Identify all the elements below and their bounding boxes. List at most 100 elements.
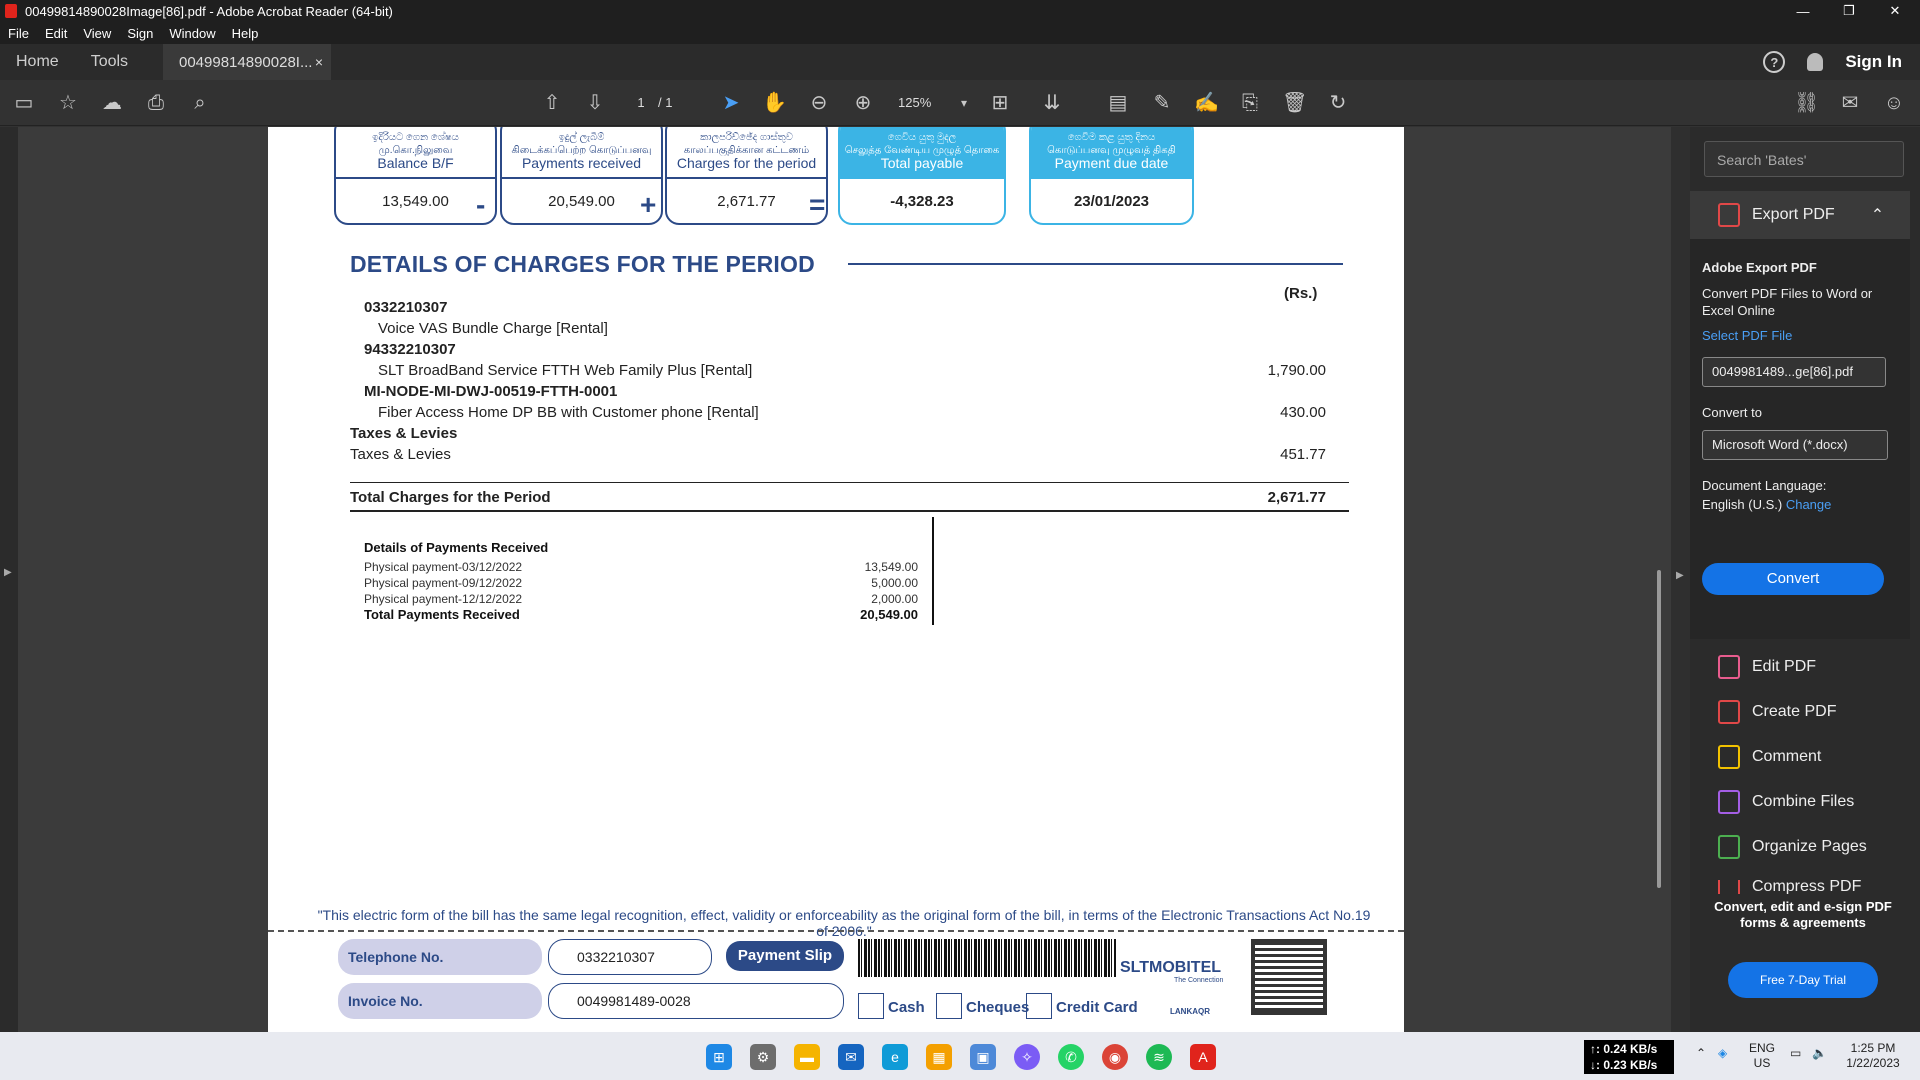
tool-comment[interactable]: Comment — [1718, 745, 1821, 769]
payment-row-amount: 5,000.00 — [871, 576, 918, 590]
chrome-icon[interactable]: ◉ — [1102, 1044, 1128, 1070]
legal-note: "This electric form of the bill has the … — [317, 907, 1371, 939]
sign-in-button[interactable]: Sign In — [1845, 52, 1902, 72]
tool-combine-files[interactable]: Combine Files — [1718, 790, 1854, 814]
print-icon[interactable]: ⎙ — [144, 91, 168, 115]
save-icon[interactable]: ▭ — [12, 91, 36, 115]
charges-value: 2,671.77 — [717, 193, 776, 210]
fit-page-icon[interactable]: ⊞ — [988, 91, 1012, 115]
email-icon[interactable]: ✉ — [1838, 91, 1862, 115]
minimize-button[interactable]: — — [1780, 0, 1826, 22]
change-language-link[interactable]: Change — [1786, 497, 1832, 512]
menu-help[interactable]: Help — [224, 26, 267, 41]
defender-icon[interactable]: ◈ — [1718, 1046, 1727, 1061]
format-select[interactable]: Microsoft Word (*.docx) — [1702, 430, 1888, 460]
sign-icon[interactable]: ✍ — [1194, 91, 1219, 115]
tool-organize-pages[interactable]: Organize Pages — [1718, 835, 1867, 859]
close-window-button[interactable]: ✕ — [1872, 0, 1918, 22]
display-icon[interactable]: ▭ — [1790, 1046, 1801, 1061]
vertical-scrollbar[interactable] — [1657, 570, 1661, 888]
tool-create-pdf[interactable]: Create PDF — [1718, 700, 1836, 724]
tear-line — [268, 930, 1404, 932]
menu-edit[interactable]: Edit — [37, 26, 75, 41]
zoom-out-icon[interactable]: ⊖ — [807, 91, 831, 115]
settings-icon[interactable]: ⚙ — [750, 1044, 776, 1070]
acrobat-taskbar-icon[interactable]: A — [1190, 1044, 1216, 1070]
search-bates-input[interactable]: Search 'Bates' — [1704, 141, 1904, 177]
hand-tool-icon[interactable]: ✋ — [762, 91, 787, 115]
scroll-mode-icon[interactable]: ⇊ — [1040, 91, 1064, 115]
next-page-icon[interactable]: ⇩ — [583, 91, 607, 115]
tool-compress-pdf[interactable]: Compress PDF — [1718, 880, 1861, 894]
whatsapp-icon[interactable]: ✆ — [1058, 1044, 1084, 1070]
menu-window[interactable]: Window — [161, 26, 223, 41]
store-icon[interactable]: ▦ — [926, 1044, 952, 1070]
help-icon[interactable]: ? — [1763, 51, 1786, 73]
comment-icon[interactable]: ▤ — [1106, 91, 1130, 115]
language-code: ENG — [1748, 1041, 1775, 1055]
selected-file-field[interactable]: 0049981489...ge[86].pdf — [1702, 357, 1886, 387]
free-trial-button[interactable]: Free 7-Day Trial — [1728, 962, 1878, 998]
volume-icon[interactable]: 🔈 — [1812, 1046, 1827, 1061]
clock[interactable]: 1:25 PM 1/22/2023 — [1838, 1041, 1908, 1071]
language-indicator[interactable]: ENG US — [1744, 1041, 1780, 1071]
network-speed-widget: ↑: 0.24 KB/s ↓: 0.23 KB/s — [1584, 1040, 1674, 1074]
windows-start-icon[interactable]: ⊞ — [706, 1044, 732, 1070]
export-pdf-header[interactable]: Export PDF ⌃ — [1690, 191, 1910, 239]
balance-value: 13,549.00 — [382, 193, 449, 210]
chevron-right-icon: ▶ — [1676, 570, 1684, 581]
tab-home[interactable]: Home — [0, 53, 75, 71]
invoice-label: Invoice No. — [338, 983, 542, 1019]
edge-icon[interactable]: e — [882, 1044, 908, 1070]
cash-label: Cash — [888, 999, 925, 1016]
convert-button[interactable]: Convert — [1702, 563, 1884, 595]
chevron-up-tray-icon[interactable]: ⌃ — [1696, 1046, 1706, 1061]
menu-view[interactable]: View — [75, 26, 119, 41]
account-icon[interactable]: ☺ — [1882, 91, 1906, 115]
zoom-in-icon[interactable]: ⊕ — [851, 91, 875, 115]
page-total: / 1 — [658, 95, 673, 110]
region-code: US — [1753, 1056, 1771, 1070]
organize-pages-icon — [1718, 835, 1740, 859]
spotify-icon[interactable]: ≋ — [1146, 1044, 1172, 1070]
file-explorer-icon[interactable]: ▬ — [794, 1044, 820, 1070]
prev-page-icon[interactable]: ⇧ — [540, 91, 564, 115]
total-rule-bottom — [350, 510, 1349, 512]
page-number-input[interactable]: 1 — [622, 92, 660, 114]
tab-document[interactable]: 00499814890028I... × — [163, 44, 331, 80]
bell-icon[interactable] — [1807, 53, 1824, 71]
doc-language-label: Document Language: — [1702, 478, 1827, 493]
time: 1:25 PM — [1850, 1041, 1896, 1055]
payments-title: Details of Payments Received — [364, 540, 549, 555]
highlight-icon[interactable]: ✎ — [1150, 91, 1174, 115]
upload-speed: ↑: 0.24 KB/s — [1590, 1042, 1658, 1056]
document-viewer[interactable]: ඉදිරියට ගෙන ශේෂය மு.கொ.நிலுவை Balance B/F … — [18, 127, 1671, 1032]
menu-sign[interactable]: Sign — [119, 26, 161, 41]
export-pdf-label: Export PDF — [1752, 206, 1835, 223]
delete-icon[interactable]: 🗑 — [1282, 91, 1307, 115]
fill-sign-icon[interactable]: ⎘ — [1238, 91, 1262, 115]
search-icon[interactable]: ⌕ — [188, 91, 212, 115]
restore-button[interactable]: ❐ — [1826, 0, 1872, 22]
right-panel-toggle[interactable]: ▶ — [1671, 127, 1690, 1032]
tab-tools[interactable]: Tools — [75, 53, 144, 71]
upload-cloud-icon[interactable]: ☁ — [100, 91, 124, 115]
mail-icon[interactable]: ✉ — [838, 1044, 864, 1070]
share-link-icon[interactable]: ⛓ — [1794, 91, 1819, 115]
zoom-level[interactable]: 125% — [898, 92, 962, 114]
chevron-up-icon[interactable]: ⌃ — [1871, 205, 1884, 225]
rotate-icon[interactable]: ↻ — [1326, 91, 1350, 115]
remote-desktop-icon[interactable]: ▣ — [970, 1044, 996, 1070]
menu-file[interactable]: File — [0, 26, 37, 41]
select-pdf-file-link[interactable]: Select PDF File — [1702, 327, 1792, 344]
close-tab-icon[interactable]: × — [315, 54, 323, 70]
tool-edit-pdf[interactable]: Edit PDF — [1718, 655, 1816, 679]
charge-line: Taxes & Levies — [350, 446, 451, 463]
select-cursor-icon[interactable]: ➤ — [719, 91, 743, 115]
convert-description: Convert PDF Files to Word or Excel Onlin… — [1702, 286, 1873, 318]
section-rule — [848, 263, 1343, 265]
left-panel-toggle[interactable]: ▶ — [0, 127, 18, 1032]
star-icon[interactable]: ☆ — [56, 91, 80, 115]
create-pdf-icon — [1718, 700, 1740, 724]
messenger-icon[interactable]: ✧ — [1014, 1044, 1040, 1070]
